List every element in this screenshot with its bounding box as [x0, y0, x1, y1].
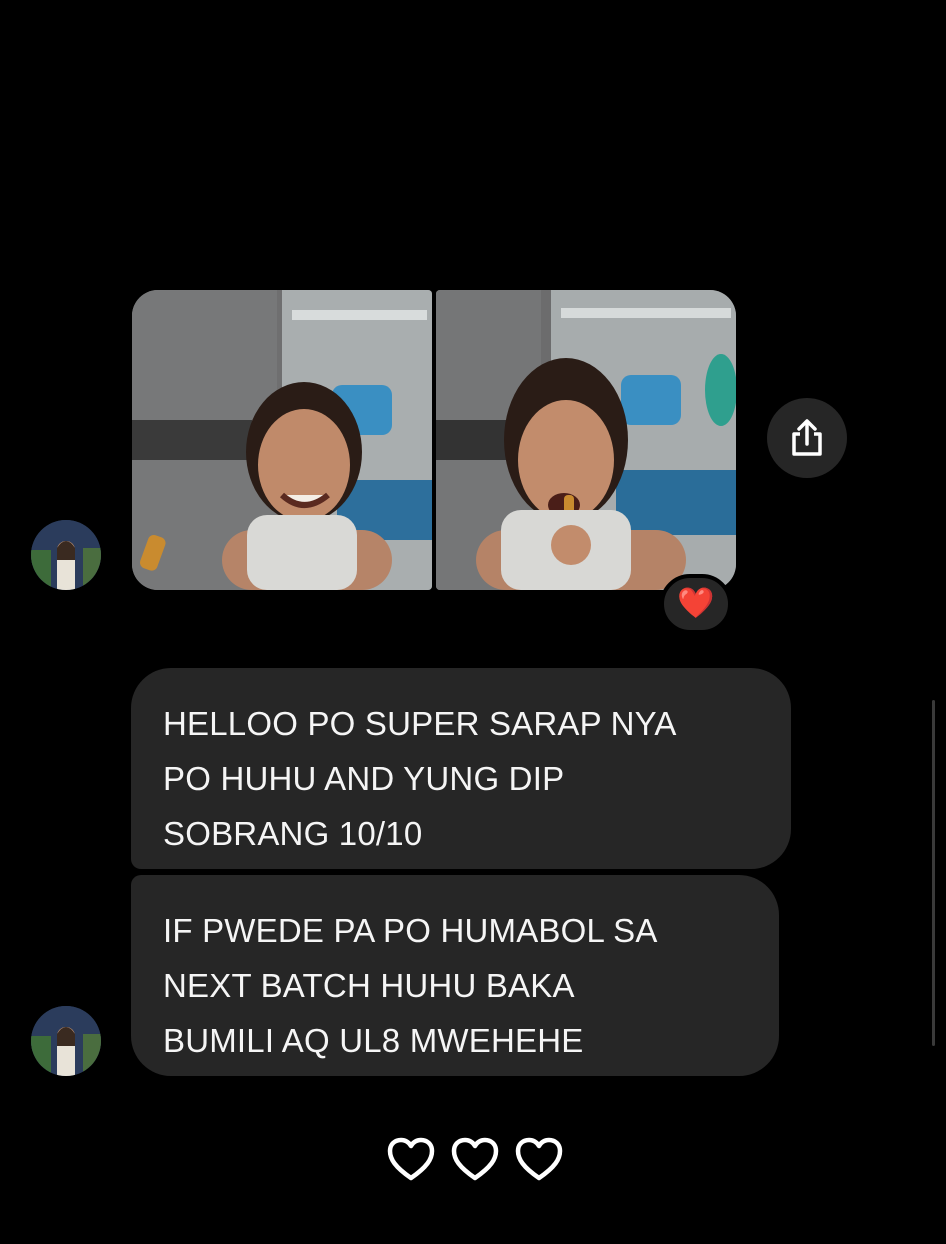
- sender-avatar[interactable]: [31, 1006, 101, 1076]
- heart-reaction-icon: ❤️: [677, 586, 715, 621]
- message-text-line: HELLOO PO SUPER SARAP NYA: [163, 705, 677, 742]
- message-bubble[interactable]: HELLOO PO SUPER SARAP NYA PO HUHU AND YU…: [131, 668, 791, 869]
- message-text-line: SOBRANG 10/10: [163, 815, 423, 852]
- message-text-line: NEXT BATCH HUHU BAKA: [163, 967, 575, 1004]
- heart-outline-icon: [385, 1134, 437, 1186]
- photo-girl-smiling[interactable]: [132, 290, 432, 590]
- photo-girl-eating-snack[interactable]: [436, 290, 736, 590]
- message-text-line: IF PWEDE PA PO HUMABOL SA: [163, 912, 658, 949]
- heart-outline-icon: [449, 1134, 501, 1186]
- message-text-line: PO HUHU AND YUNG DIP: [163, 760, 565, 797]
- scrollbar[interactable]: [932, 700, 935, 1046]
- message-text-line: BUMILI AQ UL8 MWEHEHE: [163, 1022, 584, 1059]
- share-button[interactable]: [767, 398, 847, 478]
- heart-outline-icon: [513, 1134, 565, 1186]
- message-bubble[interactable]: IF PWEDE PA PO HUMABOL SA NEXT BATCH HUH…: [131, 875, 779, 1076]
- share-icon: [792, 419, 822, 456]
- photo-message-group[interactable]: [132, 290, 736, 590]
- hearts-message[interactable]: [385, 1134, 565, 1186]
- heart-reaction-badge[interactable]: ❤️: [660, 574, 732, 634]
- sender-avatar[interactable]: [31, 520, 101, 590]
